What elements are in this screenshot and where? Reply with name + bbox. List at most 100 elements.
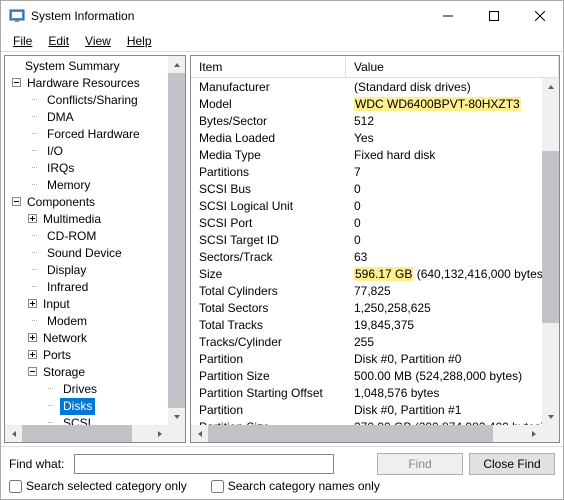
list-row[interactable]: Tracks/Cylinder255 [191,333,542,350]
cell-value: 500.00 MB (524,288,000 bytes) [346,369,542,383]
list-row[interactable]: Partition Size500.00 MB (524,288,000 byt… [191,367,542,384]
tree-system-summary[interactable]: System Summary [7,58,185,75]
tree-item[interactable]: Infrared [7,279,185,296]
tree-item[interactable]: Display [7,262,185,279]
check-selected-category[interactable]: Search selected category only [9,479,187,493]
tree-hardware-resources[interactable]: Hardware Resources [7,75,185,92]
expand-icon[interactable] [25,296,40,313]
tree-item[interactable]: Modem [7,313,185,330]
titlebar: System Information [1,1,563,31]
cell-value: 1,048,576 bytes [346,386,542,400]
list-row[interactable]: Media LoadedYes [191,129,542,146]
tree-item-label: Infrared [44,279,91,296]
cell-value: WDC WD6400BPVT-80HXZT3 [346,97,542,111]
app-icon [9,8,25,24]
list-row[interactable]: Bytes/Sector512 [191,112,542,129]
menu-file[interactable]: File [5,32,40,50]
menu-edit[interactable]: Edit [40,32,77,50]
tree-network[interactable]: Network [7,330,185,347]
list-rows[interactable]: Manufacturer(Standard disk drives)ModelW… [191,78,542,425]
cell-item: SCSI Logical Unit [191,199,346,213]
tree-item[interactable]: Memory [7,177,185,194]
list-row[interactable]: PartitionDisk #0, Partition #0 [191,350,542,367]
list-row[interactable]: SCSI Port0 [191,214,542,231]
column-header-value[interactable]: Value [346,57,559,77]
tree-item[interactable]: DMA [7,109,185,126]
menu-view[interactable]: View [77,32,119,50]
collapse-icon[interactable] [9,194,24,211]
list-row[interactable]: Total Sectors1,250,258,625 [191,299,542,316]
tree-horizontal-scrollbar[interactable] [5,425,168,442]
tree-leaf-icon [29,143,44,160]
check-category-names-box[interactable] [211,480,224,493]
find-button[interactable]: Find [377,453,463,475]
list-row[interactable]: Total Tracks19,845,375 [191,316,542,333]
list-row[interactable]: Sectors/Track63 [191,248,542,265]
cell-value: Fixed hard disk [346,148,542,162]
minimize-button[interactable] [425,1,471,31]
tree-pane: System SummaryHardware ResourcesConflict… [4,55,186,443]
tree-multimedia[interactable]: Multimedia [7,211,185,228]
list-row[interactable]: Partition Size270.90 GB (290,874,982,400… [191,418,542,425]
list-row[interactable]: SCSI Bus0 [191,180,542,197]
expand-icon[interactable] [25,330,40,347]
tree-item-label: Ports [40,347,74,364]
cell-item: Model [191,97,346,111]
cell-value: Yes [346,131,542,145]
list-row[interactable]: Manufacturer(Standard disk drives) [191,78,542,95]
list-row[interactable]: Size596.17 GB (640,132,416,000 bytes) [191,265,542,282]
list-row[interactable]: PartitionDisk #0, Partition #1 [191,401,542,418]
close-find-button[interactable]: Close Find [469,453,555,475]
tree-item-label: DMA [44,109,77,126]
maximize-button[interactable] [471,1,517,31]
tree-ports[interactable]: Ports [7,347,185,364]
tree-item[interactable]: Forced Hardware [7,126,185,143]
list-pane: Item Value Manufacturer(Standard disk dr… [190,55,560,443]
list-row[interactable]: Partitions7 [191,163,542,180]
tree-item-label: Display [44,262,89,279]
tree[interactable]: System SummaryHardware ResourcesConflict… [5,56,185,442]
tree-item-label: CD-ROM [44,228,99,245]
close-button[interactable] [517,1,563,31]
tree-leaf-icon [29,313,44,330]
list-row[interactable]: Partition Starting Offset1,048,576 bytes [191,384,542,401]
list-row[interactable]: ModelWDC WD6400BPVT-80HXZT3 [191,95,542,112]
cell-item: Tracks/Cylinder [191,335,346,349]
tree-disks[interactable]: Disks [7,398,185,415]
cell-item: Size [191,267,346,281]
column-header-item[interactable]: Item [191,57,346,77]
tree-components[interactable]: Components [7,194,185,211]
list-header: Item Value [191,56,559,78]
tree-item[interactable]: CD-ROM [7,228,185,245]
cell-value: 512 [346,114,542,128]
tree-item[interactable]: I/O [7,143,185,160]
tree-item[interactable]: Drives [7,381,185,398]
cell-value: 255 [346,335,542,349]
list-row[interactable]: Total Cylinders77,825 [191,282,542,299]
cell-item: Partition Size [191,369,346,383]
collapse-icon[interactable] [9,75,24,92]
find-input[interactable] [74,454,334,474]
tree-item[interactable]: Sound Device [7,245,185,262]
menubar: File Edit View Help [1,31,563,51]
check-category-names[interactable]: Search category names only [211,479,380,493]
list-row[interactable]: Media TypeFixed hard disk [191,146,542,163]
menu-help[interactable]: Help [119,32,160,50]
tree-storage[interactable]: Storage [7,364,185,381]
tree-item[interactable]: Conflicts/Sharing [7,92,185,109]
list-vertical-scrollbar[interactable] [542,78,559,425]
expand-icon[interactable] [25,347,40,364]
list-horizontal-scrollbar[interactable] [191,425,542,442]
list-row[interactable]: SCSI Logical Unit0 [191,197,542,214]
tree-item-label: I/O [44,143,66,160]
list-row[interactable]: SCSI Target ID0 [191,231,542,248]
collapse-icon[interactable] [25,364,40,381]
tree-vertical-scrollbar[interactable] [168,56,185,425]
tree-leaf-icon [29,160,44,177]
tree-item[interactable]: IRQs [7,160,185,177]
tree-input[interactable]: Input [7,296,185,313]
check-selected-category-box[interactable] [9,480,22,493]
cell-value: 63 [346,250,542,264]
expand-icon[interactable] [25,211,40,228]
tree-leaf-icon [45,398,60,415]
